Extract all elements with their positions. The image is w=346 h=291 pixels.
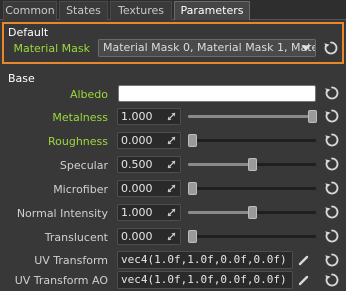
reset-icon[interactable]	[324, 108, 340, 124]
tab-bar: Common States Textures Parameters	[0, 0, 346, 20]
albedo-color-swatch[interactable]	[118, 85, 316, 102]
metalness-value: 1.000	[121, 110, 153, 123]
metalness-input[interactable]: 1.000	[117, 108, 181, 125]
microfiber-input[interactable]: 0.000	[117, 180, 181, 197]
roughness-input[interactable]: 0.000	[117, 132, 181, 149]
specular-slider-fill	[188, 163, 252, 166]
roughness-slider[interactable]	[188, 134, 316, 147]
chevron-down-icon	[301, 45, 311, 51]
reset-icon[interactable]	[324, 272, 340, 288]
microfiber-value: 0.000	[121, 182, 153, 195]
tab-common[interactable]: Common	[3, 1, 57, 20]
metalness-slider-thumb[interactable]	[308, 110, 317, 123]
drag-arrows-icon[interactable]	[167, 112, 176, 121]
normal-intensity-slider[interactable]	[188, 206, 316, 219]
normal-intensity-label: Normal Intensity	[16, 207, 108, 220]
drag-arrows-icon[interactable]	[167, 160, 176, 169]
reset-icon[interactable]	[324, 85, 340, 101]
reset-icon[interactable]	[324, 204, 340, 220]
pencil-icon[interactable]	[297, 253, 311, 267]
reset-icon[interactable]	[324, 252, 340, 268]
material-mask-value: Material Mask 0, Material Mask 1, Mate..…	[103, 41, 316, 54]
microfiber-slider[interactable]	[188, 182, 316, 195]
drag-arrows-icon[interactable]	[167, 208, 176, 217]
translucent-value: 0.000	[121, 230, 153, 243]
uv-transform-ao-label: UV Transform AO	[14, 274, 108, 287]
material-mask-dropdown[interactable]: Material Mask 0, Material Mask 1, Mate..…	[98, 39, 316, 57]
specular-slider-thumb[interactable]	[248, 158, 257, 171]
microfiber-label: Microfiber	[53, 183, 108, 196]
normal-intensity-slider-thumb[interactable]	[248, 206, 257, 219]
drag-arrows-icon[interactable]	[167, 232, 176, 241]
tab-parameters[interactable]: Parameters	[174, 1, 250, 20]
specular-value: 0.500	[121, 158, 153, 171]
albedo-label: Albedo	[69, 88, 108, 101]
normal-intensity-value: 1.000	[121, 206, 153, 219]
metalness-slider[interactable]	[188, 110, 317, 123]
normal-intensity-slider-fill	[188, 211, 252, 214]
translucent-slider[interactable]	[188, 230, 316, 243]
default-section-title: Default	[8, 26, 49, 39]
specular-slider[interactable]	[188, 158, 316, 171]
uv-transform-ao-field[interactable]: vec4(1.0f,1.0f,0.0f,0.0f)	[117, 271, 293, 289]
metalness-slider-fill	[188, 115, 316, 118]
reset-icon[interactable]	[323, 40, 339, 56]
reset-icon[interactable]	[324, 132, 340, 148]
tab-textures[interactable]: Textures	[110, 1, 172, 20]
microfiber-slider-thumb[interactable]	[188, 182, 197, 195]
material-mask-label: Material Mask	[13, 42, 90, 55]
reset-icon[interactable]	[324, 228, 340, 244]
translucent-label: Translucent	[44, 231, 108, 244]
specular-input[interactable]: 0.500	[117, 156, 181, 173]
metalness-label: Metalness	[52, 111, 108, 124]
normal-intensity-input[interactable]: 1.000	[117, 204, 181, 221]
uv-transform-field[interactable]: vec4(1.0f,1.0f,0.0f,0.0f)	[117, 251, 293, 269]
tab-states[interactable]: States	[59, 1, 108, 20]
pencil-icon[interactable]	[297, 273, 311, 287]
base-section-title: Base	[8, 72, 35, 85]
reset-icon[interactable]	[324, 180, 340, 196]
translucent-input[interactable]: 0.000	[117, 228, 181, 245]
drag-arrows-icon[interactable]	[167, 184, 176, 193]
translucent-slider-thumb[interactable]	[188, 230, 197, 243]
drag-arrows-icon[interactable]	[167, 136, 176, 145]
reset-icon[interactable]	[324, 156, 340, 172]
specular-label: Specular	[59, 159, 108, 172]
roughness-value: 0.000	[121, 134, 153, 147]
roughness-slider-thumb[interactable]	[188, 134, 197, 147]
uv-transform-label: UV Transform	[34, 254, 108, 267]
roughness-label: Roughness	[47, 135, 108, 148]
